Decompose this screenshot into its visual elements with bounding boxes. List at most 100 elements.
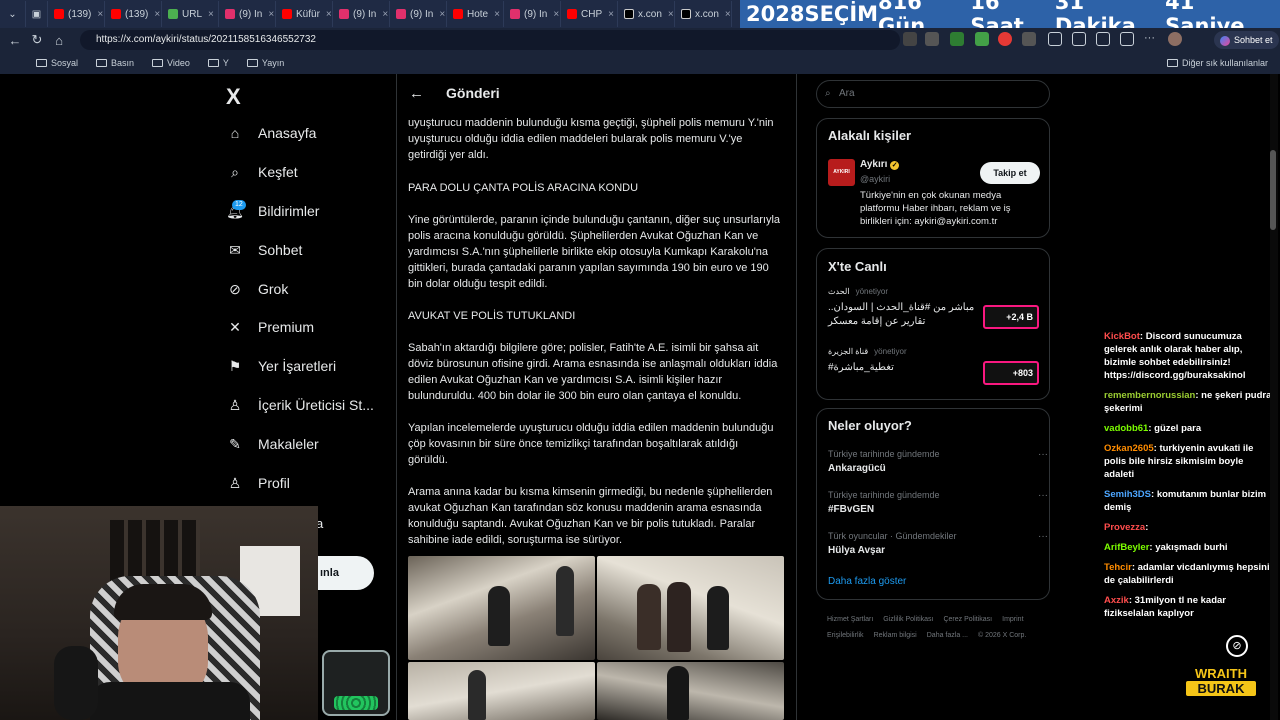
extension-icon-1[interactable] xyxy=(903,32,917,46)
footer-link[interactable]: © 2026 X Corp. xyxy=(978,628,1026,644)
url-field[interactable]: https://x.com/aykiri/status/202115851634… xyxy=(80,30,900,50)
mail-icon: ✉ xyxy=(229,241,241,258)
chat-message: Provezza: xyxy=(1104,521,1276,534)
sidebar-item-anasayfa[interactable]: ⌂ Anasayfa xyxy=(226,124,317,142)
sidebar-item-sohbet[interactable]: ✉ Sohbet xyxy=(226,241,302,259)
back-icon[interactable]: ← xyxy=(4,33,26,48)
browser-tab[interactable]: (9) In × xyxy=(390,1,447,27)
back-arrow-icon[interactable]: ← xyxy=(409,85,424,102)
sidebar-item-yer-i-aretleri[interactable]: ⚑ Yer İşaretleri xyxy=(226,357,336,375)
trend-more-icon[interactable]: ··· xyxy=(1038,490,1048,501)
extension-icon-3[interactable] xyxy=(950,32,964,46)
split-view-icon[interactable] xyxy=(1048,32,1062,46)
tab-close-icon[interactable]: × xyxy=(668,9,674,20)
bookmark-folder[interactable]: Sosyal xyxy=(36,58,78,68)
browser-tab[interactable]: (139) × xyxy=(105,1,162,27)
other-bookmarks[interactable]: Diğer sık kullanılanlar xyxy=(1166,58,1268,68)
bookmark-folder[interactable]: Basın xyxy=(96,58,134,68)
favorites-icon[interactable] xyxy=(1072,32,1086,46)
browser-tab[interactable]: Küfür × xyxy=(276,1,333,27)
collections-icon[interactable] xyxy=(1096,32,1110,46)
related-name[interactable]: Aykırı ✓ xyxy=(860,159,900,170)
post-subheading: PARA DOLU ÇANTA POLİS ARACINA KONDU xyxy=(408,182,639,194)
more-menu-icon[interactable]: ··· xyxy=(1144,32,1158,46)
footer-link[interactable]: Imprint xyxy=(1002,612,1023,628)
tab-close-icon[interactable]: × xyxy=(326,9,332,20)
media-image-3[interactable] xyxy=(408,662,595,720)
browser-tab[interactable]: x.con × xyxy=(618,1,675,27)
browser-tab[interactable]: CHP × xyxy=(561,1,618,27)
browser-tab[interactable]: Hote × xyxy=(447,1,504,27)
footer-link[interactable]: Reklam bilgisi xyxy=(874,628,917,644)
media-image-2[interactable] xyxy=(597,556,784,660)
tab-close-icon[interactable]: × xyxy=(553,9,559,20)
sidebar-item-label: Bildirimler xyxy=(258,203,320,219)
show-more-link[interactable]: Daha fazla göster xyxy=(828,576,906,587)
search-input[interactable]: ⌕ Ara xyxy=(816,80,1050,108)
live-item[interactable]: الحدث yönetiyor مباشر من #قناة_الحدث | الس… xyxy=(828,287,1043,337)
bookmark-folder[interactable]: Yayın xyxy=(246,58,284,68)
follow-button[interactable]: Takip et xyxy=(980,162,1040,184)
folder-icon xyxy=(246,59,258,67)
sidebar-item-makaleler[interactable]: ✎ Makaleler xyxy=(226,435,319,453)
tab-menu[interactable]: ⌄ xyxy=(0,1,26,27)
tab-close-icon[interactable]: × xyxy=(439,9,445,20)
tab-close-icon[interactable]: × xyxy=(268,9,274,20)
extension-icon-5[interactable] xyxy=(998,32,1012,46)
chat-username: Ozkan2605 xyxy=(1104,443,1154,454)
live-host: قناة الجزيرة yönetiyor xyxy=(828,347,907,356)
browser-essentials-icon[interactable] xyxy=(1120,32,1134,46)
tab-close-icon[interactable]: × xyxy=(608,9,614,20)
post-button-fragment[interactable]: ınla xyxy=(318,556,374,590)
extension-icon-6[interactable] xyxy=(1022,32,1036,46)
tab-close-icon[interactable]: × xyxy=(725,9,731,20)
footer-link[interactable]: Hizmet Şartları xyxy=(827,612,873,628)
person-hair-shape xyxy=(114,584,212,620)
x-logo[interactable]: X xyxy=(226,84,241,110)
sidebar-item-profil[interactable]: ♙ Profil xyxy=(226,474,290,492)
browser-tab[interactable]: (9) In × xyxy=(219,1,276,27)
trend-item[interactable]: Türkiye tarihinde gündemde Ankaragücü ··· xyxy=(828,449,1048,485)
browser-tab[interactable]: (139) × xyxy=(48,1,105,27)
tab-close-icon[interactable]: × xyxy=(382,9,388,20)
browser-tab[interactable]: (9) In × xyxy=(504,1,561,27)
extension-icon-2[interactable] xyxy=(925,32,939,46)
tab-close-icon[interactable]: × xyxy=(154,9,160,20)
copilot-chat-button[interactable]: Sohbet et xyxy=(1214,31,1279,49)
media-image-4[interactable] xyxy=(597,662,784,720)
avatar[interactable]: AYKIRI xyxy=(828,159,855,186)
media-image-1[interactable] xyxy=(408,556,595,660)
workspaces-icon[interactable]: ▣ xyxy=(26,1,48,27)
trend-more-icon[interactable]: ··· xyxy=(1038,449,1048,460)
bookmark-folder[interactable]: Video xyxy=(152,58,190,68)
footer-link[interactable]: Çerez Politikası xyxy=(943,612,992,628)
footer-link[interactable]: Daha fazla ... xyxy=(927,628,968,644)
sidebar-item-premium[interactable]: ✕ Premium xyxy=(226,318,314,336)
tab-close-icon[interactable]: × xyxy=(494,9,500,20)
sidebar-item-ke-fet[interactable]: ⌕ Keşfet xyxy=(226,163,298,181)
tab-label: Hote xyxy=(467,8,489,20)
footer-link[interactable]: Erişilebilirlik xyxy=(827,628,864,644)
browser-tab[interactable]: (9) In × xyxy=(333,1,390,27)
bookmark-folder[interactable]: Y xyxy=(207,58,229,68)
browser-tab[interactable]: x.con × xyxy=(675,1,732,27)
trend-item[interactable]: Türk oyuncular · Gündemdekiler Hülya Avşa… xyxy=(828,531,1048,567)
extension-icon-4[interactable] xyxy=(975,32,989,46)
home-browser-icon[interactable]: ⌂ xyxy=(48,33,70,48)
footer-link[interactable]: Gizlilik Politikası xyxy=(883,612,933,628)
trend-item[interactable]: Türkiye tarihinde gündemde #FBvGEN ··· xyxy=(828,490,1048,526)
tab-close-icon[interactable]: × xyxy=(97,9,103,20)
live-item[interactable]: قناة الجزيرة yönetiyor تغطية_مباشرة# +803 xyxy=(828,347,1043,397)
sidebar-item-label: Grok xyxy=(258,281,289,297)
scrollbar-thumb[interactable] xyxy=(1270,150,1276,230)
trend-name: Hülya Avşar xyxy=(828,545,886,556)
browser-tab[interactable]: URL × xyxy=(162,1,219,27)
avatar[interactable] xyxy=(1168,32,1182,46)
grok-icon[interactable]: ⊘ xyxy=(1226,635,1248,657)
reload-icon[interactable]: ↻ xyxy=(26,32,48,48)
trend-more-icon[interactable]: ··· xyxy=(1038,531,1048,542)
tab-label: (9) In xyxy=(410,8,434,20)
sidebar-item-i-erik-reticisi-st-[interactable]: ♙ İçerik Üreticisi St... xyxy=(226,396,374,414)
sidebar-item-grok[interactable]: ⊘ Grok xyxy=(226,280,288,298)
tab-close-icon[interactable]: × xyxy=(208,9,214,20)
